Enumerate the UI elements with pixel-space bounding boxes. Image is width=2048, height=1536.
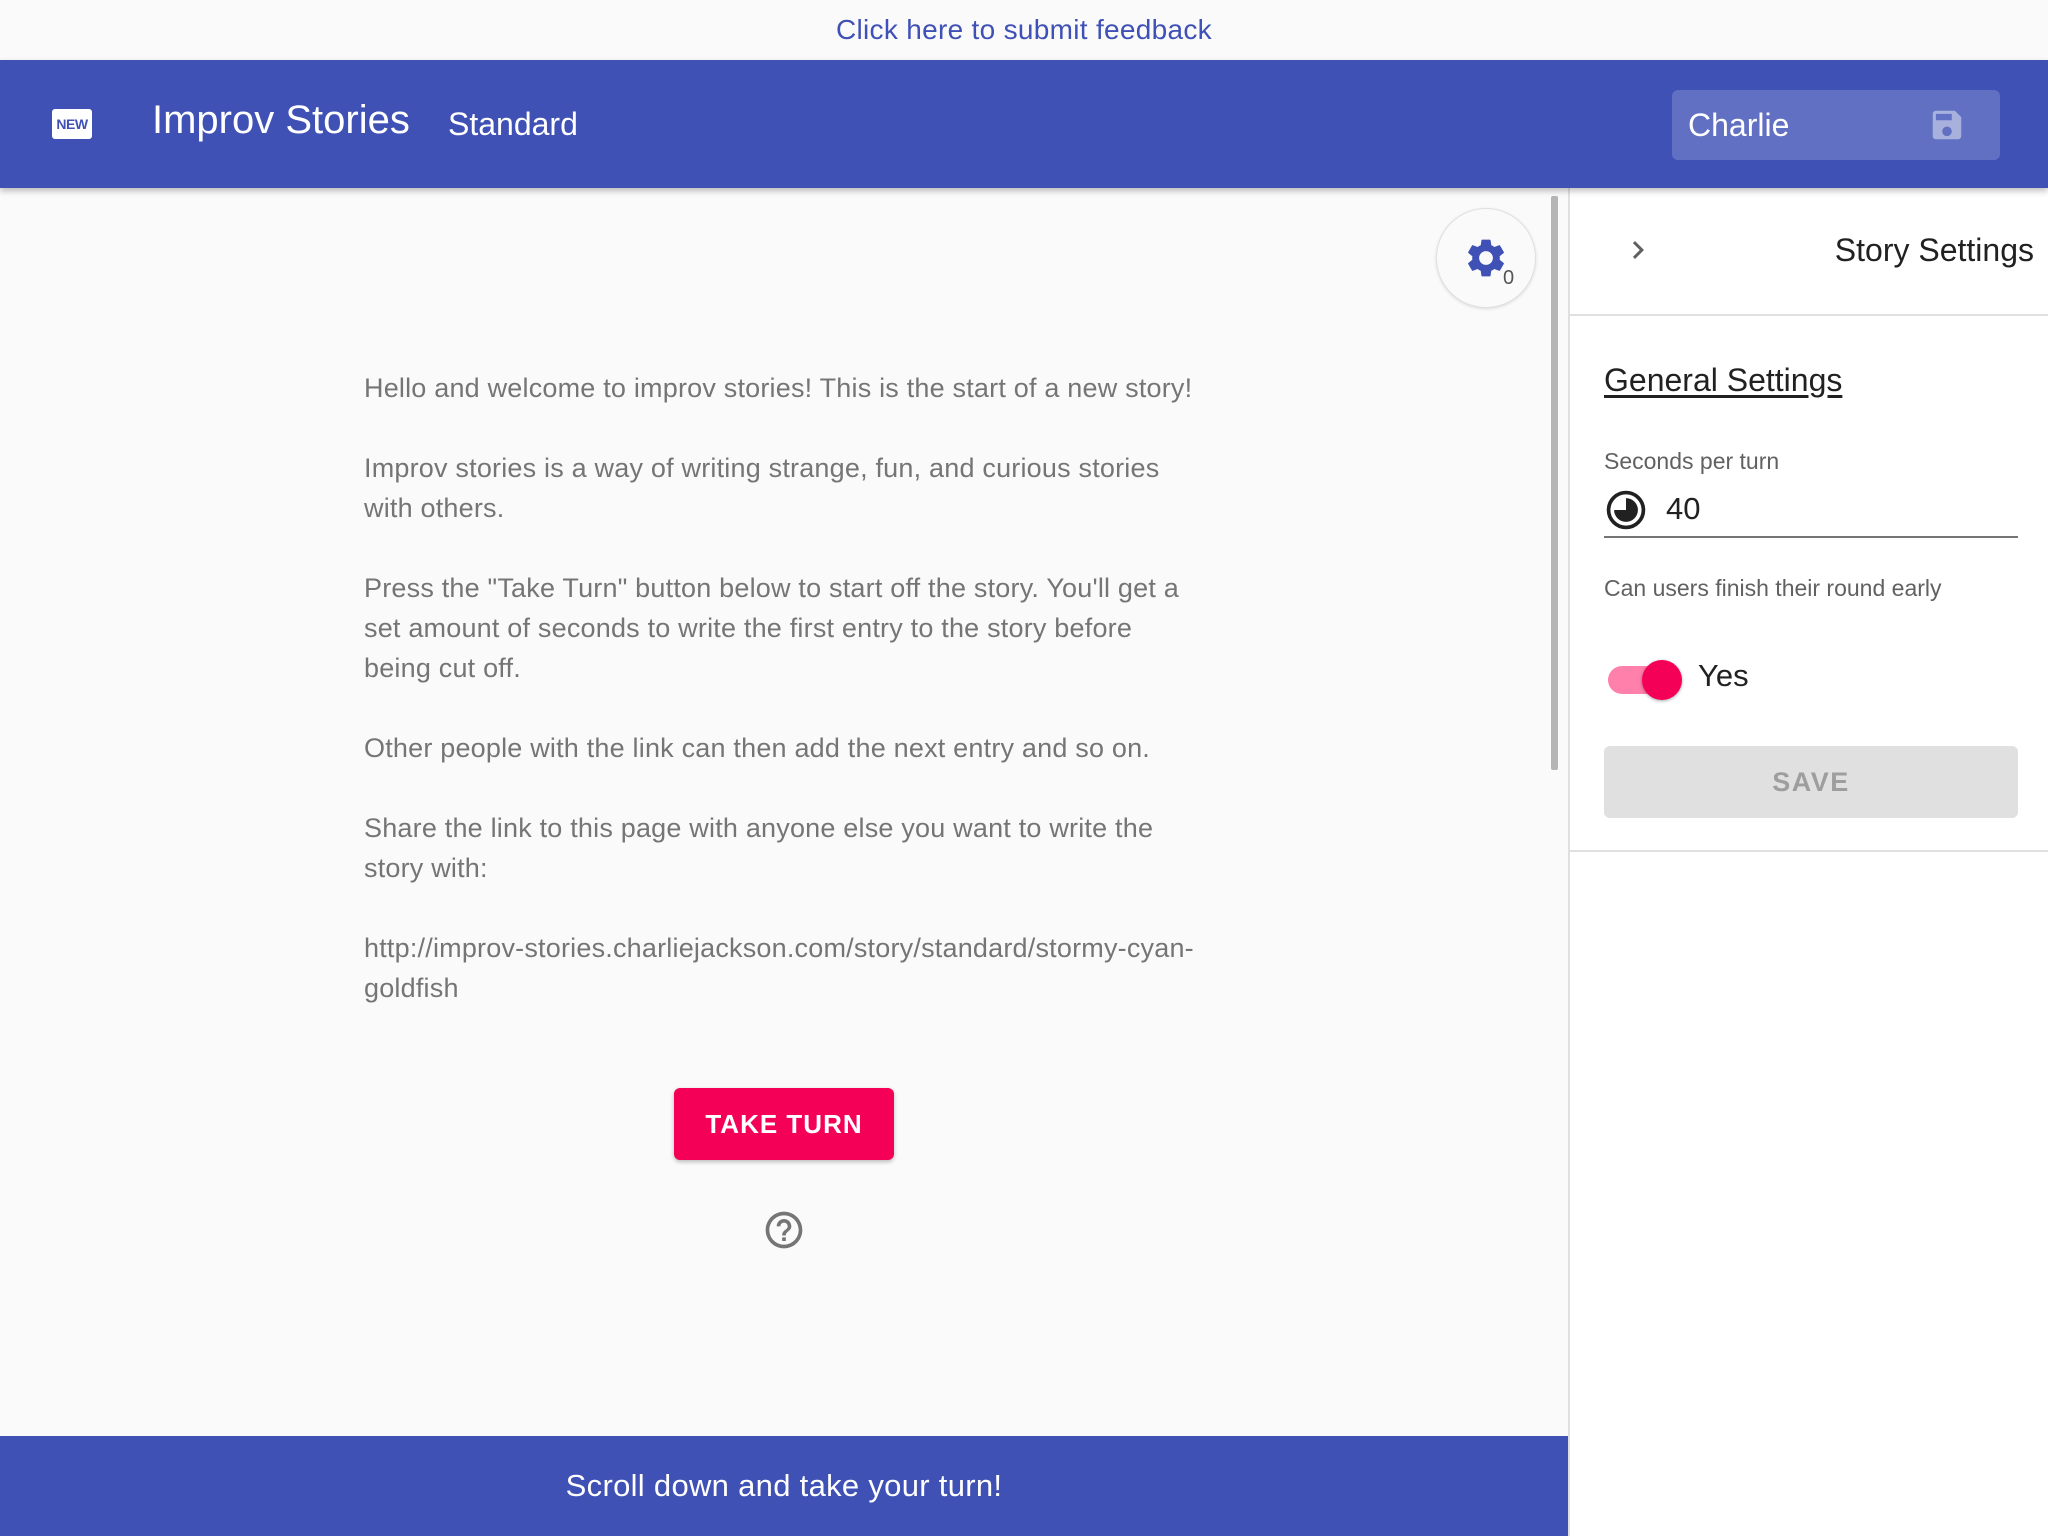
intro-paragraph: Other people with the link can then add … bbox=[364, 733, 1151, 763]
seconds-per-turn-label: Seconds per turn bbox=[1604, 448, 1780, 474]
intro-paragraph: Share the link to this page with anyone … bbox=[364, 813, 1154, 883]
toggle-thumb bbox=[1642, 660, 1682, 700]
username-input[interactable] bbox=[1688, 106, 1918, 144]
take-turn-button[interactable]: TAKE TURN bbox=[674, 1088, 894, 1160]
story-share-link: http://improv-stories.charliejackson.com… bbox=[364, 933, 1194, 1003]
story-settings-panel: Story Settings General Settings Seconds … bbox=[1568, 188, 2048, 1536]
help-icon[interactable] bbox=[762, 1208, 806, 1252]
feedback-link[interactable]: Click here to submit feedback bbox=[836, 14, 1212, 45]
app-header: NEW Improv Stories Standard bbox=[0, 60, 2048, 188]
intro-paragraph: Press the "Take Turn" button below to st… bbox=[364, 573, 1179, 683]
finish-early-value: Yes bbox=[1698, 658, 1749, 693]
scrollbar-thumb[interactable] bbox=[1551, 196, 1558, 770]
panel-title: Story Settings bbox=[1834, 232, 2034, 268]
take-turn-banner[interactable]: Scroll down and take your turn! bbox=[0, 1436, 1568, 1536]
story-intro: Hello and welcome to improv stories! Thi… bbox=[364, 368, 1204, 1048]
save-icon[interactable] bbox=[1928, 106, 1966, 144]
panel-divider bbox=[1570, 850, 2048, 852]
app-title: Improv Stories bbox=[152, 98, 410, 142]
intro-paragraph: Hello and welcome to improv stories! Thi… bbox=[364, 373, 1193, 403]
save-settings-button[interactable]: SAVE bbox=[1604, 746, 2018, 818]
settings-badge-count: 0 bbox=[1503, 267, 1515, 289]
username-field[interactable] bbox=[1672, 90, 2000, 160]
intro-paragraph: Improv stories is a way of writing stran… bbox=[364, 453, 1160, 523]
finish-early-label: Can users finish their round early bbox=[1604, 575, 1942, 601]
seconds-per-turn-input[interactable] bbox=[1666, 486, 2006, 532]
section-heading: General Settings bbox=[1604, 362, 1843, 398]
story-main: 0 Hello and welcome to improv stories! T… bbox=[0, 188, 1568, 1536]
new-badge-text: NEW bbox=[56, 116, 88, 132]
finish-early-toggle[interactable] bbox=[1604, 656, 1682, 700]
timer-icon bbox=[1606, 490, 1646, 530]
panel-header: Story Settings bbox=[1570, 188, 2048, 316]
new-releases-icon[interactable]: NEW bbox=[52, 109, 92, 139]
chevron-right-icon[interactable] bbox=[1620, 232, 1656, 268]
story-mode-label: Standard bbox=[448, 106, 578, 142]
seconds-per-turn-field[interactable] bbox=[1604, 482, 2018, 538]
settings-button[interactable]: 0 bbox=[1436, 208, 1536, 308]
feedback-bar: Click here to submit feedback bbox=[0, 0, 2048, 60]
